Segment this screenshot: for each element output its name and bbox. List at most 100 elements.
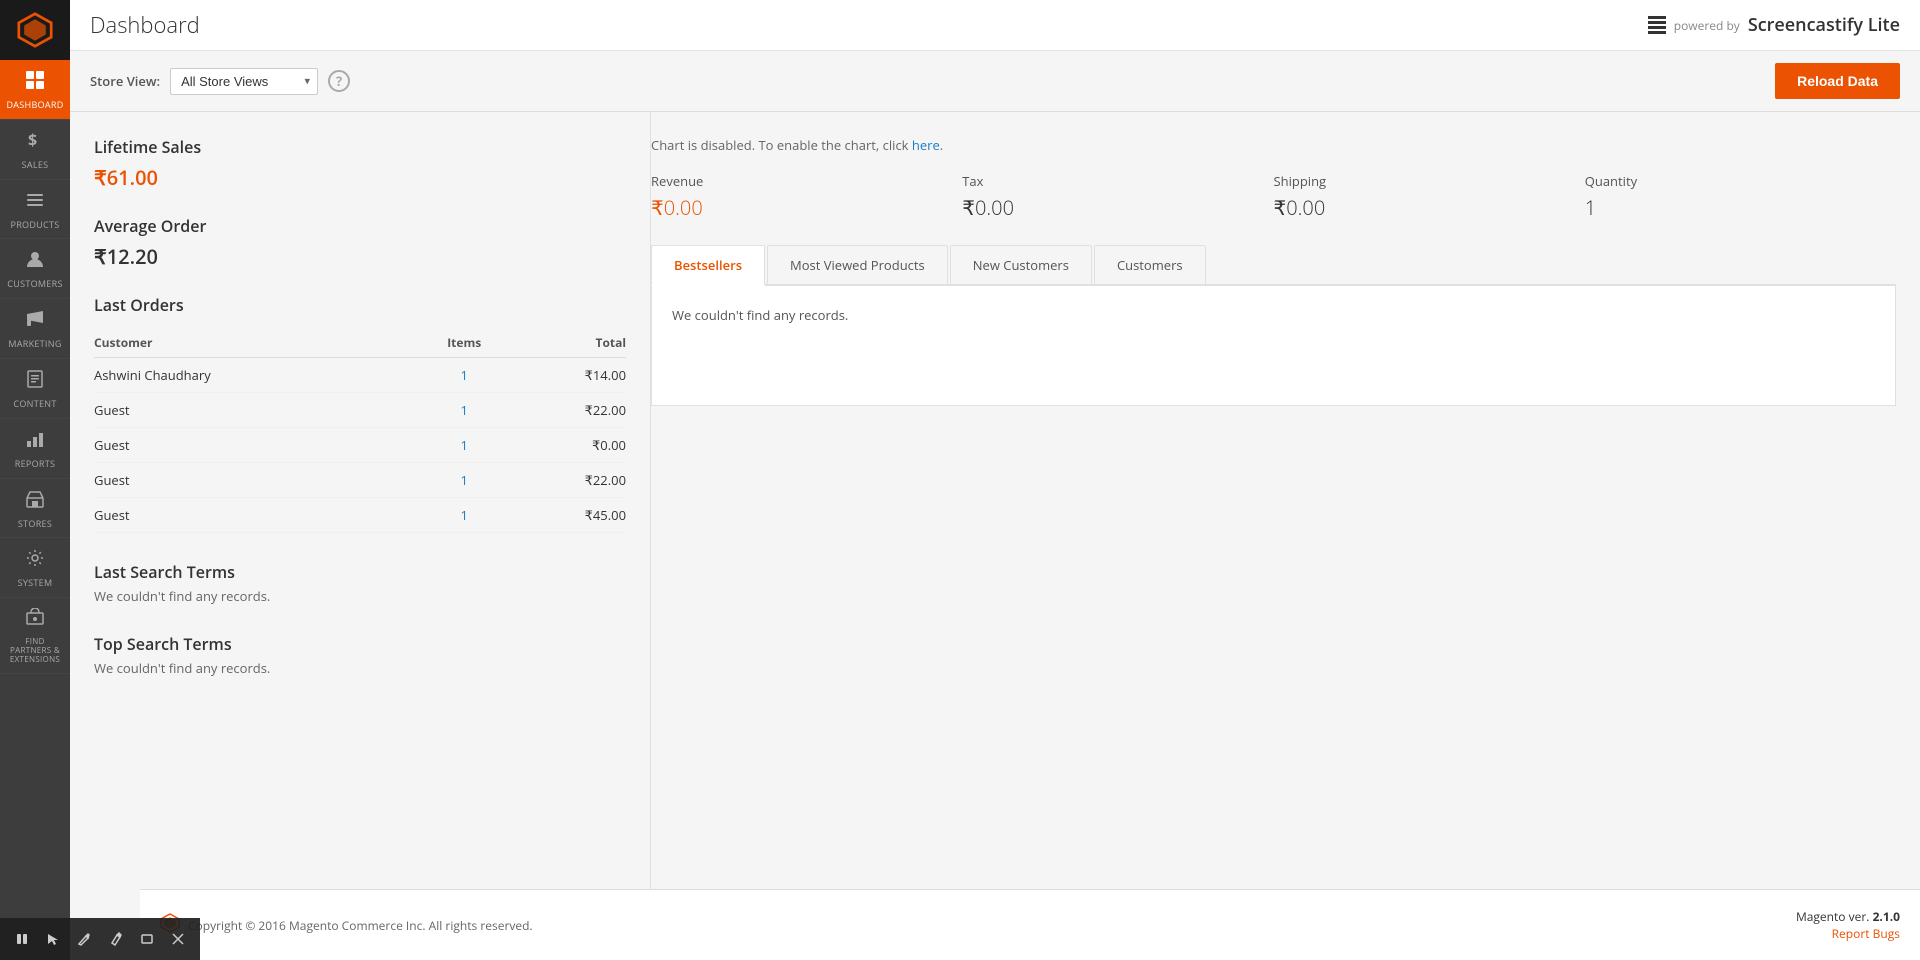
footer-left: Copyright © 2016 Magento Commerce Inc. A… (160, 913, 533, 938)
sidebar-item-sales[interactable]: $ SALES (0, 120, 70, 180)
items-link[interactable]: 1 (460, 366, 467, 384)
average-order-label: Average Order (94, 215, 626, 237)
chart-enable-link[interactable]: here (912, 136, 940, 154)
shipping-value: ₹0.00 (1274, 194, 1585, 221)
store-view-label: Store View: (90, 72, 160, 90)
sidebar-logo (0, 0, 70, 60)
sidebar-item-content[interactable]: CONTENT (0, 359, 70, 419)
last-search-terms-section: Last Search Terms We couldn't find any r… (94, 561, 626, 605)
tab-new-customers[interactable]: New Customers (950, 245, 1092, 284)
footer-copyright: Copyright © 2016 Magento Commerce Inc. A… (188, 917, 533, 934)
customer-name: Ashwini Chaudhary (94, 358, 417, 393)
tab-customers[interactable]: Customers (1094, 245, 1206, 284)
tab-bestsellers[interactable]: Bestsellers (651, 245, 765, 286)
last-search-terms-no-records: We couldn't find any records. (94, 587, 626, 605)
order-total: ₹22.00 (511, 463, 626, 498)
customer-name: Guest (94, 428, 417, 463)
close-button[interactable] (165, 924, 192, 954)
customer-name: Guest (94, 393, 417, 428)
tab-most-viewed[interactable]: Most Viewed Products (767, 245, 948, 284)
customer-name: Guest (94, 498, 417, 533)
sidebar-item-system[interactable]: SYSTEM (0, 538, 70, 598)
dashboard-icon (25, 70, 45, 96)
report-bugs-link[interactable]: Report Bugs (1832, 925, 1900, 942)
content-icon (25, 369, 45, 395)
sidebar: DASHBOARD $ SALES PRODUCTS CUSTOMERS (0, 0, 70, 960)
reports-icon (25, 429, 45, 455)
lifetime-sales-value: ₹61.00 (94, 164, 626, 191)
store-view-select[interactable]: All Store Views Default Store View (170, 68, 318, 95)
screencastify-powered-label: powered by (1674, 17, 1740, 34)
tab-no-records: We couldn't find any records. (672, 306, 1875, 324)
items-count: 1 (417, 463, 511, 498)
last-orders-table: Customer Items Total Ashwini Chaudhary 1… (94, 328, 626, 533)
sidebar-item-dashboard[interactable]: DASHBOARD (0, 60, 70, 120)
revenue-label: Revenue (651, 172, 962, 190)
footer-version: 2.1.0 (1873, 908, 1900, 925)
help-icon[interactable]: ? (328, 70, 350, 92)
items-link[interactable]: 1 (460, 506, 467, 524)
pen-button[interactable] (71, 924, 98, 954)
cursor-button[interactable] (39, 924, 66, 954)
items-link[interactable]: 1 (460, 436, 467, 454)
screencastify-branding: powered by Screencastify Lite (1648, 13, 1900, 37)
sidebar-item-customers[interactable]: CUSTOMERS (0, 239, 70, 299)
chart-disabled-message: Chart is disabled. To enable the chart, … (651, 136, 1896, 154)
items-count: 1 (417, 393, 511, 428)
stores-icon (25, 489, 45, 515)
customers-icon (25, 249, 45, 275)
last-orders-thead: Customer Items Total (94, 328, 626, 358)
lifetime-sales-block: Lifetime Sales ₹61.00 (94, 136, 626, 191)
left-panel: Lifetime Sales ₹61.00 Average Order ₹12.… (70, 112, 650, 889)
marketing-icon (25, 309, 45, 335)
top-header: Dashboard powered by Screencastify Lite (70, 0, 1920, 51)
footer-right: Magento ver. 2.1.0 Report Bugs (1796, 908, 1900, 942)
store-view-bar: Store View: All Store Views Default Stor… (70, 51, 1920, 112)
stat-revenue: Revenue ₹0.00 (651, 172, 962, 221)
order-total: ₹45.00 (511, 498, 626, 533)
main-wrapper: Dashboard powered by Screencastify Lite … (70, 0, 1920, 960)
marker-button[interactable] (102, 924, 129, 954)
sidebar-item-label-system: SYSTEM (18, 578, 53, 589)
store-view-left: Store View: All Store Views Default Stor… (90, 68, 350, 95)
rectangle-button[interactable] (133, 924, 160, 954)
customer-name: Guest (94, 463, 417, 498)
stat-tax: Tax ₹0.00 (962, 172, 1273, 221)
sidebar-item-products[interactable]: PRODUCTS (0, 180, 70, 240)
tax-label: Tax (962, 172, 1273, 190)
table-row: Guest 1 ₹0.00 (94, 428, 626, 463)
sidebar-item-marketing[interactable]: MARKETING (0, 299, 70, 359)
col-items: Items (417, 328, 511, 358)
stat-shipping: Shipping ₹0.00 (1274, 172, 1585, 221)
order-total: ₹22.00 (511, 393, 626, 428)
sidebar-item-label-reports: REPORTS (15, 459, 56, 470)
sidebar-item-label-content: CONTENT (13, 399, 56, 410)
items-count: 1 (417, 428, 511, 463)
items-count: 1 (417, 358, 511, 393)
sidebar-item-label-sales: SALES (22, 160, 49, 171)
sidebar-item-label-stores: STORES (18, 519, 52, 530)
sidebar-item-find-partners[interactable]: FIND PARTNERS & EXTENSIONS (0, 598, 70, 673)
sidebar-item-label-marketing: MARKETING (8, 339, 61, 350)
tab-content: We couldn't find any records. (651, 286, 1896, 406)
reload-data-button[interactable]: Reload Data (1775, 63, 1900, 99)
last-orders-block: Last Orders Customer Items Total Ashwini… (94, 294, 626, 533)
chart-disabled-period: . (940, 136, 943, 154)
items-link[interactable]: 1 (460, 471, 467, 489)
store-view-select-wrapper[interactable]: All Store Views Default Store View (170, 68, 318, 95)
stat-quantity: Quantity 1 (1585, 172, 1896, 221)
col-total: Total (511, 328, 626, 358)
content-area: Lifetime Sales ₹61.00 Average Order ₹12.… (70, 112, 1920, 889)
top-search-terms-title: Top Search Terms (94, 633, 626, 655)
stats-row: Revenue ₹0.00 Tax ₹0.00 Shipping ₹0.00 Q… (651, 172, 1896, 221)
tabs-container: Bestsellers Most Viewed Products New Cus… (651, 245, 1896, 286)
system-icon (25, 548, 45, 574)
items-link[interactable]: 1 (460, 401, 467, 419)
footer: Copyright © 2016 Magento Commerce Inc. A… (140, 889, 1920, 960)
sidebar-item-reports[interactable]: REPORTS (0, 419, 70, 479)
sidebar-item-label-dashboard: DASHBOARD (6, 100, 63, 111)
table-row: Guest 1 ₹45.00 (94, 498, 626, 533)
sidebar-item-stores[interactable]: STORES (0, 479, 70, 539)
pause-button[interactable] (8, 924, 35, 954)
quantity-label: Quantity (1585, 172, 1896, 190)
